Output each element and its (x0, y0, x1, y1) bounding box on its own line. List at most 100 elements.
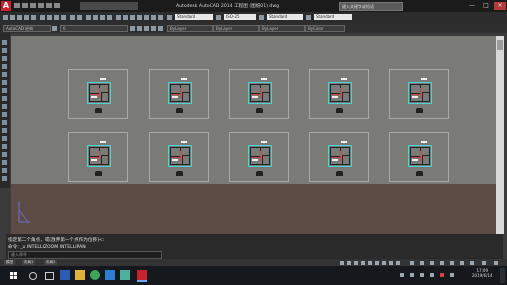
layer-previous-icon[interactable] (137, 26, 142, 31)
tab-layout2[interactable]: 布局2 (44, 260, 58, 265)
sheet-set-icon[interactable] (137, 15, 142, 20)
circle-icon[interactable] (2, 88, 7, 93)
markup-icon[interactable] (144, 15, 149, 20)
lock-icon[interactable] (430, 261, 434, 265)
region-icon[interactable] (2, 160, 7, 165)
redo-tool-icon[interactable] (77, 15, 82, 20)
osnap-icon[interactable] (368, 261, 372, 265)
lineweight-dropdown[interactable]: ByLayer (259, 25, 305, 32)
zoom-previous-icon[interactable] (107, 15, 112, 20)
show-desktop-button[interactable] (500, 268, 505, 283)
lineweight-icon[interactable] (396, 261, 400, 265)
battery-icon[interactable] (450, 273, 454, 277)
layer-manager-icon[interactable] (52, 26, 57, 31)
layer-state-icon[interactable] (144, 26, 149, 31)
save-file-icon[interactable] (17, 15, 22, 20)
polar-icon[interactable] (361, 261, 365, 265)
revcloud-icon[interactable] (2, 96, 7, 101)
maximize-button[interactable]: □ (480, 2, 492, 10)
isolate-objects-icon[interactable] (450, 261, 454, 265)
calculator-icon[interactable] (151, 15, 156, 20)
insert-block-icon[interactable] (2, 120, 7, 125)
search-input[interactable]: 键入关键字或短语 (339, 2, 403, 11)
linetype-dropdown[interactable]: ByLayer (213, 25, 259, 32)
dim-style-dropdown[interactable]: ISO-25 (224, 14, 256, 20)
properties-icon[interactable] (116, 15, 121, 20)
workspace-dropdown[interactable] (80, 2, 138, 10)
zoom-realtime-icon[interactable] (93, 15, 98, 20)
file-explorer-icon[interactable] (75, 270, 85, 280)
make-block-icon[interactable] (2, 128, 7, 133)
help-icon[interactable] (158, 15, 163, 20)
network-icon[interactable] (410, 273, 414, 277)
copy-icon[interactable] (47, 15, 52, 20)
close-button[interactable]: ✕ (494, 2, 506, 10)
otrack-icon[interactable] (375, 261, 379, 265)
open-icon[interactable] (22, 3, 28, 8)
app-tray-icon[interactable] (440, 273, 444, 277)
autocad-taskbar-icon[interactable] (137, 270, 147, 282)
arc-icon[interactable] (2, 80, 7, 85)
view-cube-icon[interactable] (482, 261, 486, 265)
tab-model[interactable]: 模型 (4, 260, 16, 265)
polygon-icon[interactable] (2, 64, 7, 69)
input-method-icon[interactable] (430, 273, 434, 277)
ortho-icon[interactable] (354, 261, 358, 265)
volume-icon[interactable] (420, 273, 424, 277)
autocad-logo-icon[interactable]: A (1, 1, 11, 11)
rectangle-icon[interactable] (2, 72, 7, 77)
taskbar-clock[interactable]: 17:09 2019/6/14 (472, 268, 493, 278)
hatch-icon[interactable] (2, 144, 7, 149)
undo-icon[interactable] (38, 3, 44, 8)
grid-icon[interactable] (347, 261, 351, 265)
vertical-scrollbar[interactable] (496, 36, 504, 234)
redo-icon[interactable] (46, 3, 52, 8)
print-icon[interactable] (24, 15, 29, 20)
mleader-style-dropdown[interactable]: Standard (314, 14, 352, 20)
scrollbar-thumb[interactable] (497, 40, 503, 50)
new-icon[interactable] (14, 3, 20, 8)
windows-start-icon[interactable] (10, 272, 17, 279)
command-input[interactable]: 键入命令 (8, 251, 162, 259)
tool-palettes-icon[interactable] (130, 15, 135, 20)
snap-icon[interactable] (340, 261, 344, 265)
gradient-icon[interactable] (2, 152, 7, 157)
layer-walk-icon[interactable] (158, 26, 163, 31)
drawing-area-lower[interactable] (11, 184, 496, 234)
workspace-switch-icon[interactable] (420, 261, 424, 265)
line-icon[interactable] (2, 40, 7, 45)
settings-icon[interactable] (494, 261, 498, 265)
minimize-button[interactable]: — (466, 2, 478, 10)
text-style-dropdown[interactable]: Standard (175, 14, 213, 20)
customization-icon[interactable] (470, 261, 474, 265)
mtext-icon[interactable] (2, 176, 7, 181)
tray-arrow-icon[interactable] (400, 273, 404, 277)
paste-icon[interactable] (54, 15, 59, 20)
clean-screen-icon[interactable] (460, 261, 464, 265)
ducs-icon[interactable] (382, 261, 386, 265)
save-icon[interactable] (30, 3, 36, 8)
table-icon[interactable] (2, 168, 7, 173)
annotation-scale-icon[interactable] (410, 261, 414, 265)
polyline-icon[interactable] (2, 56, 7, 61)
preview-icon[interactable] (31, 15, 36, 20)
workspace-select[interactable]: AutoCAD 经典 (3, 25, 51, 32)
make-current-icon[interactable] (130, 26, 135, 31)
edge-browser-icon[interactable] (60, 270, 70, 280)
task-view-icon[interactable] (45, 272, 54, 280)
undo-tool-icon[interactable] (70, 15, 75, 20)
construction-line-icon[interactable] (2, 48, 7, 53)
zoom-window-icon[interactable] (100, 15, 105, 20)
hardware-acceleration-icon[interactable] (440, 261, 444, 265)
ellipse-icon[interactable] (2, 112, 7, 117)
layer-dropdown[interactable]: 0 (60, 25, 128, 32)
point-icon[interactable] (2, 136, 7, 141)
match-properties-icon[interactable] (61, 15, 66, 20)
plot-style-dropdown[interactable]: ByColor (305, 25, 345, 32)
layer-isolate-icon[interactable] (151, 26, 156, 31)
color-dropdown[interactable]: ByLayer (167, 25, 213, 32)
store-icon[interactable] (105, 270, 115, 280)
table-style-dropdown[interactable]: Standard (267, 14, 303, 20)
media-app-icon[interactable] (120, 270, 130, 280)
design-center-icon[interactable] (123, 15, 128, 20)
